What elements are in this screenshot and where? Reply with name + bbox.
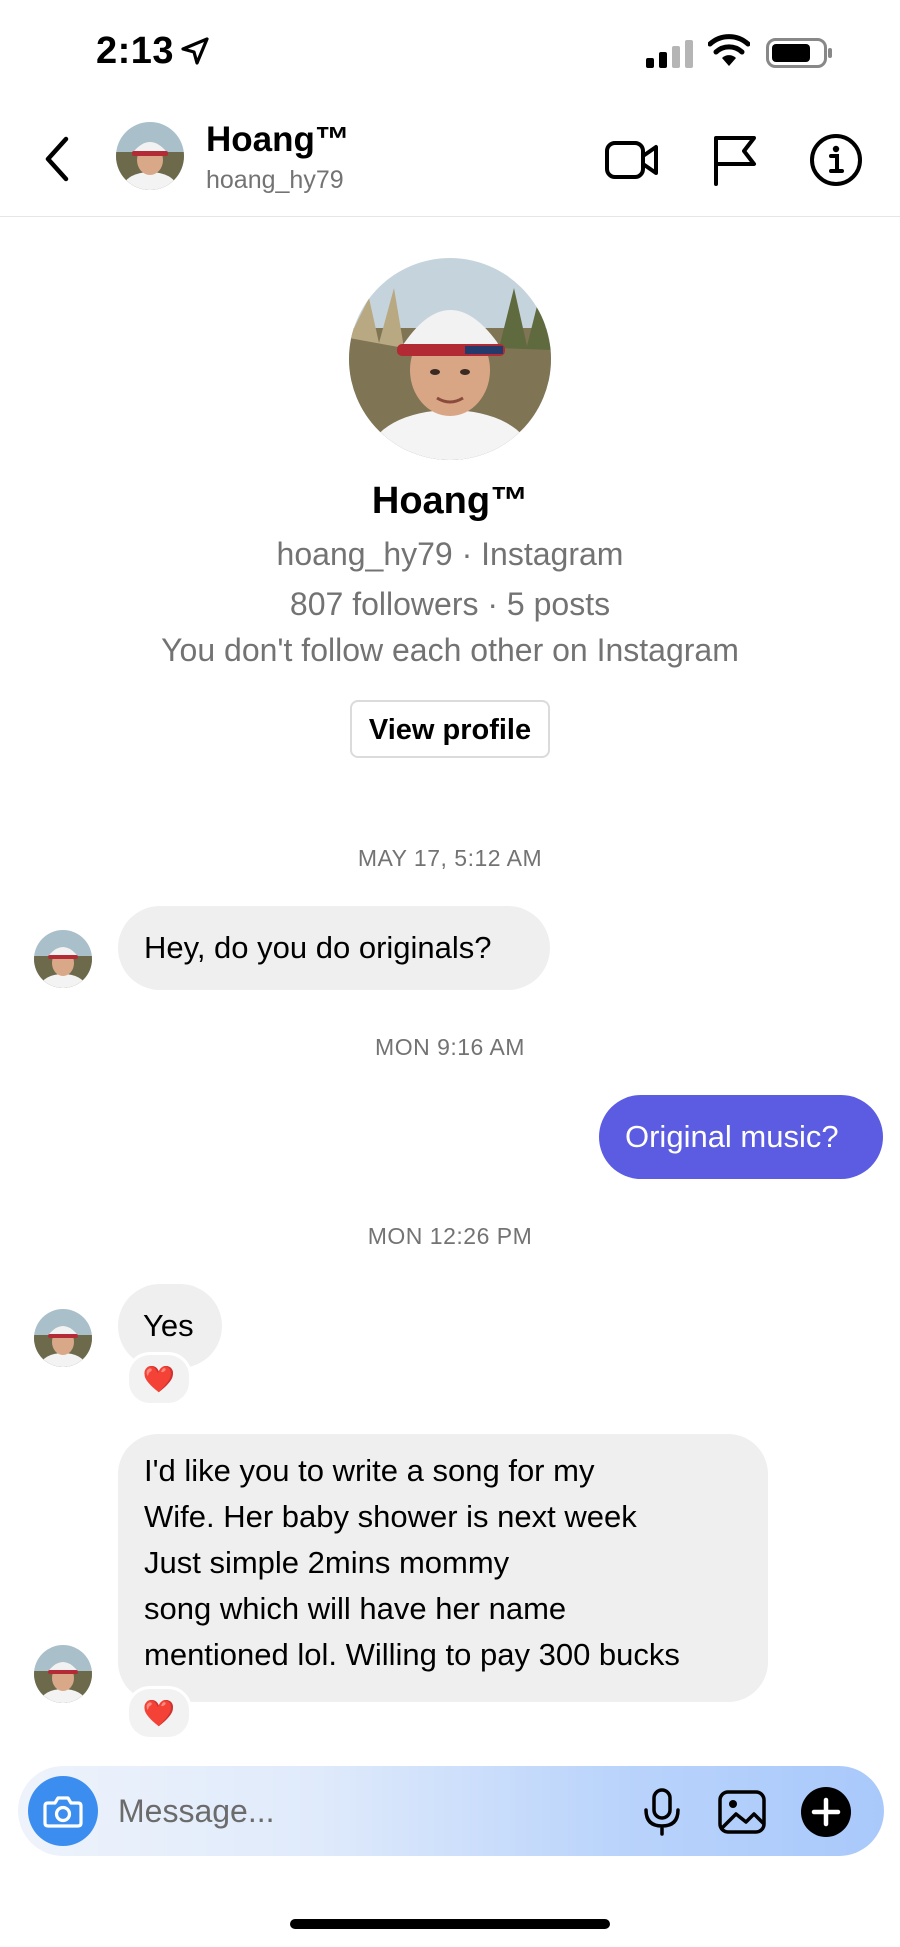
heart-reaction-icon[interactable]: ❤️ (126, 1686, 192, 1740)
home-indicator (290, 1919, 610, 1929)
gallery-icon[interactable] (714, 1784, 770, 1840)
message-bubble-received[interactable]: I'd like you to write a song for my Wife… (118, 1434, 768, 1702)
chat-header: Hoang™ hoang_hy79 (0, 100, 900, 217)
message-bubble-received[interactable]: Hey, do you do originals? (118, 906, 550, 990)
wifi-icon (708, 34, 750, 66)
avatar[interactable] (34, 1645, 92, 1703)
microphone-icon[interactable] (634, 1784, 690, 1840)
profile-relation-line: You don't follow each other on Instagram (161, 632, 739, 668)
profile-stats-line: 807 followers · 5 posts (289, 586, 611, 622)
profile-photo[interactable] (349, 258, 551, 460)
camera-icon (43, 1796, 83, 1828)
status-time: 2:13 (96, 30, 175, 72)
message-line: Wife. Her baby shower is next week (144, 1499, 637, 1534)
battery-icon (766, 38, 832, 68)
back-chevron-icon[interactable] (38, 134, 78, 184)
timestamp: MON 12:26 PM (367, 1223, 533, 1249)
profile-username-line: hoang_hy79 · Instagram (276, 536, 624, 572)
camera-button[interactable] (28, 1776, 98, 1846)
avatar[interactable] (34, 930, 92, 988)
avatar[interactable] (34, 1309, 92, 1367)
message-input[interactable]: Message... (118, 1786, 618, 1836)
timestamp: MAY 17, 5:12 AM (357, 845, 543, 871)
video-camera-icon[interactable] (604, 132, 660, 188)
message-line: song which will have her name (144, 1591, 567, 1626)
reaction-emoji: ❤️ (142, 1698, 176, 1728)
profile-name: Hoang™ (371, 480, 529, 522)
flag-icon[interactable] (708, 132, 764, 188)
contact-name[interactable]: Hoang™ (206, 120, 350, 160)
message-composer: Message... (18, 1766, 884, 1856)
message-bubble-sent[interactable]: Original music? (599, 1095, 883, 1179)
message-line: I'd like you to write a song for my (144, 1453, 595, 1488)
location-arrow-icon (181, 37, 209, 65)
reaction-emoji: ❤️ (142, 1364, 176, 1394)
view-profile-button[interactable]: View profile (350, 700, 550, 758)
message-line: Just simple 2mins mommy (144, 1545, 510, 1580)
add-icon[interactable] (798, 1784, 854, 1840)
cellular-signal-icon (646, 40, 693, 68)
avatar[interactable] (116, 122, 184, 190)
info-icon[interactable] (808, 132, 864, 188)
status-bar: 2:13 (0, 0, 900, 100)
message-line: mentioned lol. Willing to pay 300 bucks (144, 1637, 680, 1672)
timestamp: MON 9:16 AM (375, 1034, 525, 1060)
heart-reaction-icon[interactable]: ❤️ (126, 1352, 192, 1406)
contact-username[interactable]: hoang_hy79 (206, 166, 344, 195)
